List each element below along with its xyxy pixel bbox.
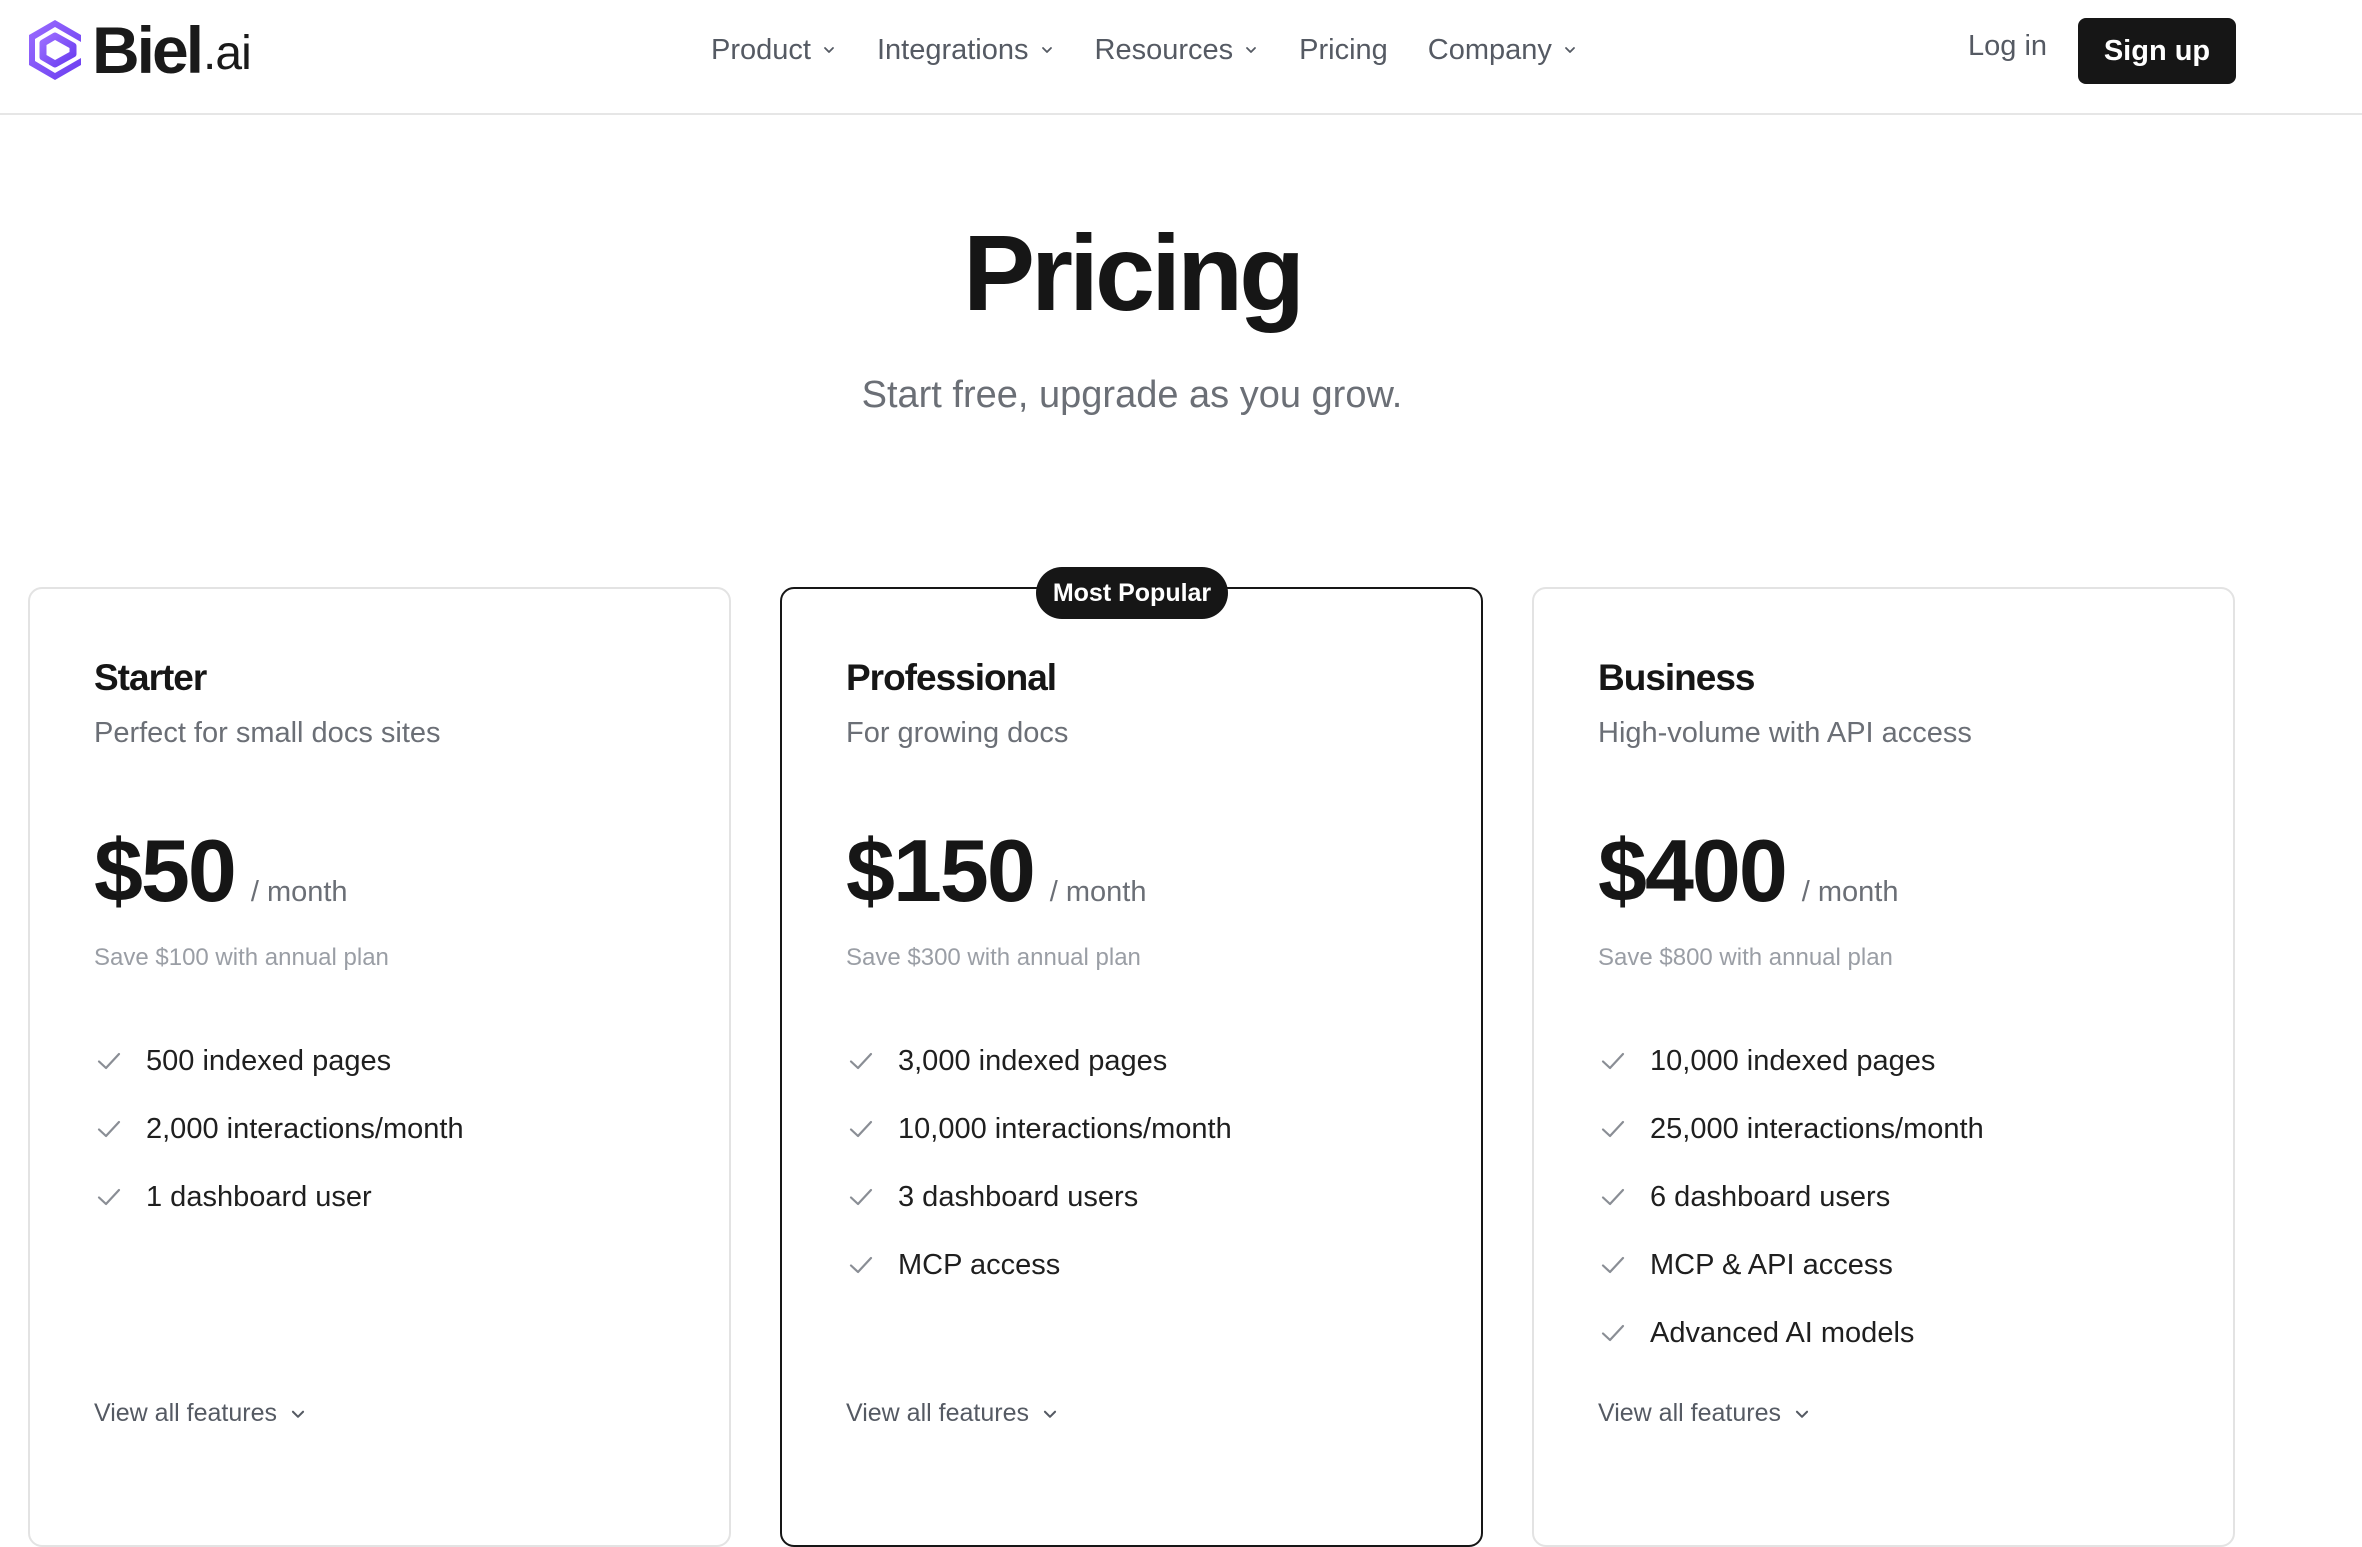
annual-savings: Save $800 with annual plan [1598,944,1893,971]
feature-item: 500 indexed pages [94,1027,464,1095]
chevron-down-icon [1795,1410,1809,1418]
feature-item: MCP access [846,1231,1232,1299]
feature-item: 25,000 interactions/month [1598,1095,1984,1163]
signup-button[interactable]: Sign up [2078,18,2236,84]
brand-name: Biel [92,13,204,87]
view-all-label: View all features [846,1399,1029,1427]
plan-card-starter: Starter Perfect for small docs sites $50… [28,587,731,1547]
feature-text: 25,000 interactions/month [1650,1112,1984,1145]
view-all-features-toggle[interactable]: View all features [1598,1399,1811,1428]
check-icon [1601,1120,1625,1138]
chevron-down-icon [1565,47,1575,53]
feature-text: 6 dashboard users [1650,1180,1891,1213]
feature-text: 3,000 indexed pages [898,1044,1168,1077]
feature-text: MCP & API access [1650,1248,1893,1281]
check-icon [1601,1324,1625,1342]
plan-price: $50 [94,821,237,920]
plan-description: For growing docs [846,717,1069,749]
plan-price: $150 [846,821,1036,920]
chevron-down-icon [824,47,834,53]
check-icon [849,1052,873,1070]
check-icon [1601,1188,1625,1206]
feature-item: 10,000 indexed pages [1598,1027,1984,1095]
feature-list: 500 indexed pages 2,000 interactions/mon… [94,1027,464,1231]
price-row: $150 / month [846,827,1146,915]
feature-list: 3,000 indexed pages 10,000 interactions/… [846,1027,1232,1299]
plan-period: / month [1801,876,1899,908]
page-title: Pricing [962,212,1305,333]
plan-period: / month [1049,876,1147,908]
view-all-label: View all features [94,1399,277,1427]
site-header: Biel .ai Product Integrations Resources … [0,0,2362,115]
plan-name: Business [1598,657,1756,698]
feature-text: MCP access [898,1248,1061,1281]
feature-text: 3 dashboard users [898,1180,1139,1213]
feature-text: 500 indexed pages [146,1044,392,1077]
feature-item: 2,000 interactions/month [94,1095,464,1163]
nav-item-resources[interactable]: Resources [1095,34,1260,67]
feature-text: Advanced AI models [1650,1316,1915,1349]
plan-card-professional: Most Popular Professional For growing do… [780,567,1483,1547]
nav-item-label: Pricing [1299,33,1388,66]
feature-list: 10,000 indexed pages 25,000 interactions… [1598,1027,1984,1367]
biel-logo-icon [29,20,81,80]
check-icon [849,1120,873,1138]
price-row: $400 / month [1598,827,1898,915]
brand-logo[interactable]: Biel .ai [26,13,252,87]
plan-name: Professional [846,657,1057,698]
feature-text: 2,000 interactions/month [146,1112,464,1145]
feature-text: 1 dashboard user [146,1180,372,1213]
check-icon [849,1256,873,1274]
feature-item: 6 dashboard users [1598,1163,1984,1231]
feature-text: 10,000 interactions/month [898,1112,1232,1145]
page-subtitle: Start free, upgrade as you grow. [861,374,1403,416]
plan-price: $400 [1598,821,1788,920]
feature-item: 3,000 indexed pages [846,1027,1232,1095]
main-nav: Product Integrations Resources Pricing C… [711,28,1578,72]
feature-text: 10,000 indexed pages [1650,1044,1936,1077]
annual-savings: Save $100 with annual plan [94,944,389,971]
most-popular-badge: Most Popular [1036,567,1228,619]
nav-item-product[interactable]: Product [711,34,837,67]
price-row: $50 / month [94,827,348,915]
feature-item: 1 dashboard user [94,1163,464,1231]
check-icon [1601,1256,1625,1274]
view-all-features-toggle[interactable]: View all features [94,1399,307,1428]
feature-item: MCP & API access [1598,1231,1984,1299]
check-icon [97,1188,121,1206]
plan-period: / month [250,876,348,908]
feature-item: 3 dashboard users [846,1163,1232,1231]
nav-item-integrations[interactable]: Integrations [877,34,1055,67]
plan-description: High-volume with API access [1598,717,1972,749]
nav-item-label: Resources [1094,33,1234,66]
plan-card-business: Business High-volume with API access $40… [1532,587,2235,1547]
plan-description: Perfect for small docs sites [94,717,441,749]
chevron-down-icon [1043,1410,1057,1418]
feature-item: Advanced AI models [1598,1299,1984,1367]
view-all-label: View all features [1598,1399,1781,1427]
feature-item: 10,000 interactions/month [846,1095,1232,1163]
chevron-down-icon [1041,47,1052,53]
nav-item-label: Integrations [876,33,1029,66]
nav-item-company[interactable]: Company [1428,34,1578,67]
chevron-down-icon [1246,47,1257,53]
check-icon [97,1120,121,1138]
nav-item-label: Company [1427,33,1552,66]
check-icon [97,1052,121,1070]
brand-suffix: .ai [203,27,252,80]
annual-savings: Save $300 with annual plan [846,944,1141,971]
chevron-down-icon [291,1410,305,1418]
plan-name: Starter [94,657,207,698]
check-icon [1601,1052,1625,1070]
nav-item-pricing[interactable]: Pricing [1299,34,1388,67]
view-all-features-toggle[interactable]: View all features [846,1399,1059,1428]
check-icon [849,1188,873,1206]
nav-item-label: Product [711,33,811,66]
login-link[interactable]: Log in [1968,30,2047,63]
